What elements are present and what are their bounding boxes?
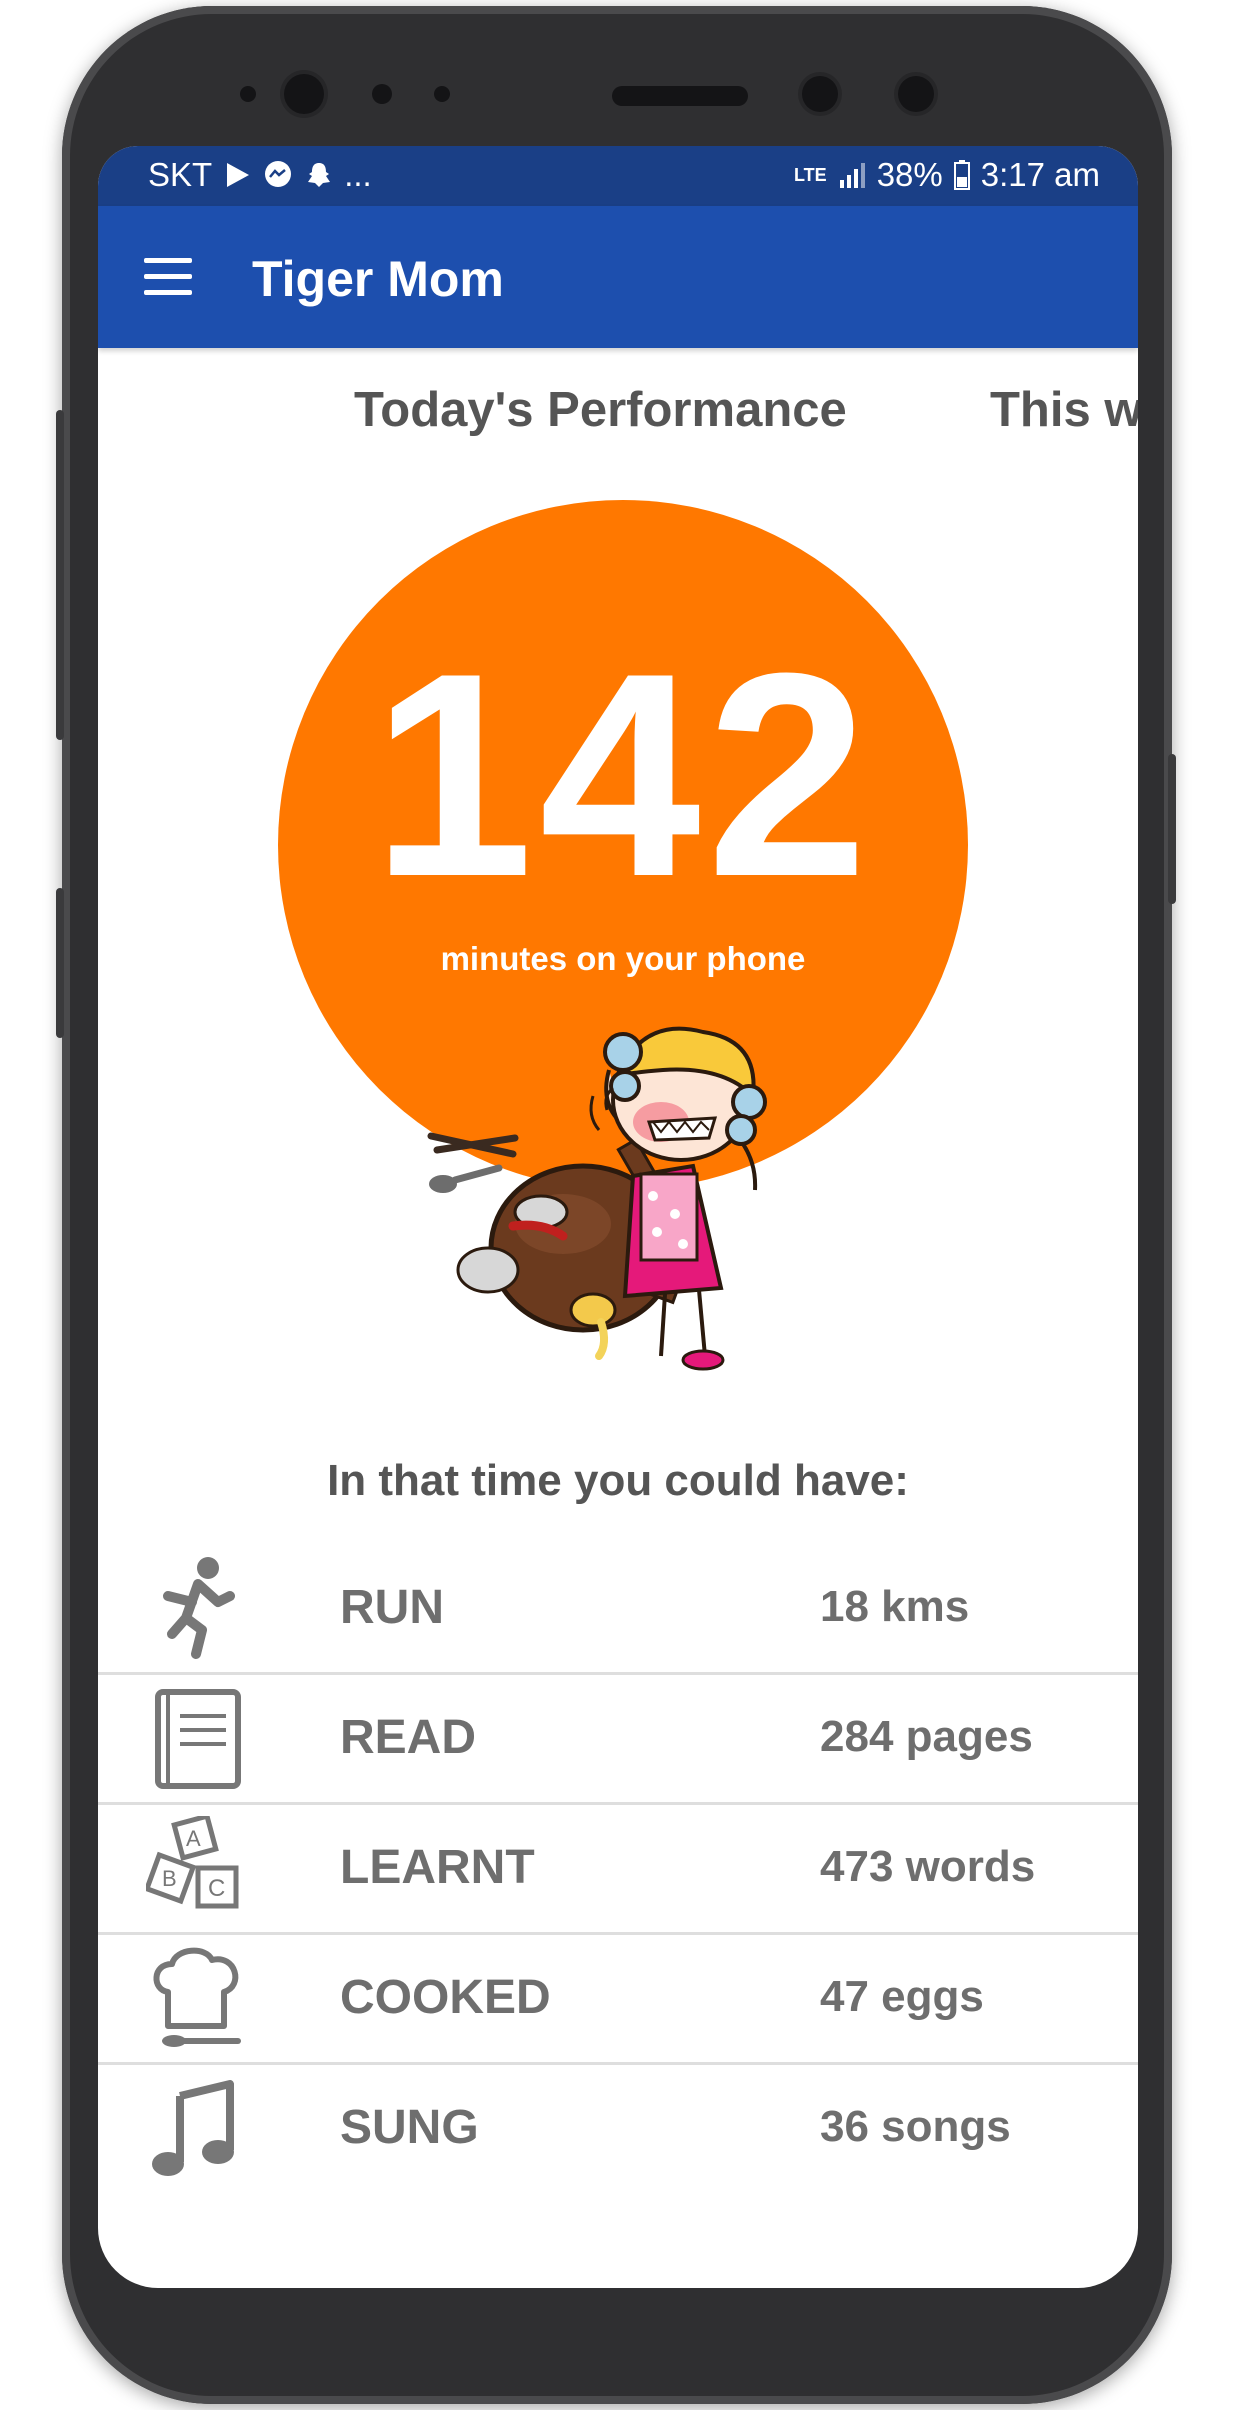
activity-row-cooked[interactable]: COOKED 47 eggs: [98, 1932, 1138, 2065]
status-left: SKT ...: [148, 156, 372, 194]
messenger-icon: [265, 161, 292, 187]
chef-hat-icon: [153, 1947, 241, 2047]
play-store-icon: [227, 163, 250, 187]
battery-percent: 38%: [876, 156, 943, 193]
music-note-icon: [152, 2080, 234, 2176]
volume-up-button: [56, 410, 64, 740]
app-bar: Tiger Mom: [98, 206, 1138, 348]
sensor-dot: [372, 84, 392, 104]
volume-down-button: [56, 888, 64, 1038]
carrier-label: SKT: [148, 156, 213, 193]
overflow-notifications: ...: [344, 156, 372, 193]
activity-value: 47 eggs: [820, 1972, 984, 2021]
tab-todays-performance[interactable]: Today's Performance: [354, 382, 847, 438]
activity-value: 473 words: [820, 1842, 1036, 1891]
angry-mom-flipping-table-illustration: [427, 1026, 767, 1371]
activity-value: 18 kms: [820, 1582, 970, 1631]
activity-label: SUNG: [340, 2101, 479, 2154]
snapchat-icon: [308, 163, 331, 187]
book-icon: [155, 1689, 241, 1789]
svg-text:B: B: [162, 1866, 177, 1891]
earpiece-speaker: [612, 86, 748, 106]
activity-label: READ: [340, 1711, 477, 1764]
front-camera: [284, 74, 324, 114]
app-title: Tiger Mom: [252, 251, 504, 307]
activity-label: COOKED: [340, 1971, 551, 2024]
svg-text:A: A: [186, 1826, 201, 1851]
could-have-heading: In that time you could have:: [327, 1456, 909, 1505]
sensor-dot: [240, 86, 256, 102]
minutes-caption: minutes on your phone: [440, 940, 806, 977]
status-bar: SKT ... LTE 38% 3:17 am: [98, 146, 1138, 206]
period-tabs: Today's Performance This w: [98, 382, 1138, 462]
activity-row-learnt[interactable]: A B C LEARNT 473 words: [98, 1802, 1138, 1935]
abc-blocks-icon: A B C: [146, 1816, 239, 1909]
activity-row-sung[interactable]: SUNG 36 songs: [98, 2062, 1138, 2192]
activity-label: LEARNT: [340, 1841, 535, 1894]
proximity-sensor: [898, 76, 934, 112]
sensor-dot: [434, 86, 450, 102]
activity-value: 284 pages: [820, 1712, 1033, 1761]
hamburger-menu-icon[interactable]: [144, 258, 192, 296]
tab-this-week[interactable]: This w: [990, 382, 1138, 438]
network-type: LTE: [794, 164, 827, 185]
svg-text:C: C: [208, 1875, 225, 1902]
activity-row-run[interactable]: RUN 18 kms: [98, 1542, 1138, 1675]
power-button: [1168, 754, 1176, 904]
running-person-icon: [163, 1557, 235, 1659]
activity-value: 36 songs: [820, 2102, 1011, 2151]
phone-screen: SKT ... LTE 38% 3:17 am Tiger Mom Today'…: [98, 146, 1138, 2288]
signal-icon: [839, 163, 865, 188]
minutes-value: 142: [372, 613, 874, 937]
activity-label: RUN: [340, 1581, 444, 1634]
clock: 3:17 am: [980, 156, 1100, 193]
status-right: LTE 38% 3:17 am: [794, 156, 1100, 194]
iris-scanner: [802, 76, 838, 112]
activity-row-read[interactable]: READ 284 pages: [98, 1672, 1138, 1805]
battery-icon: [953, 160, 970, 190]
